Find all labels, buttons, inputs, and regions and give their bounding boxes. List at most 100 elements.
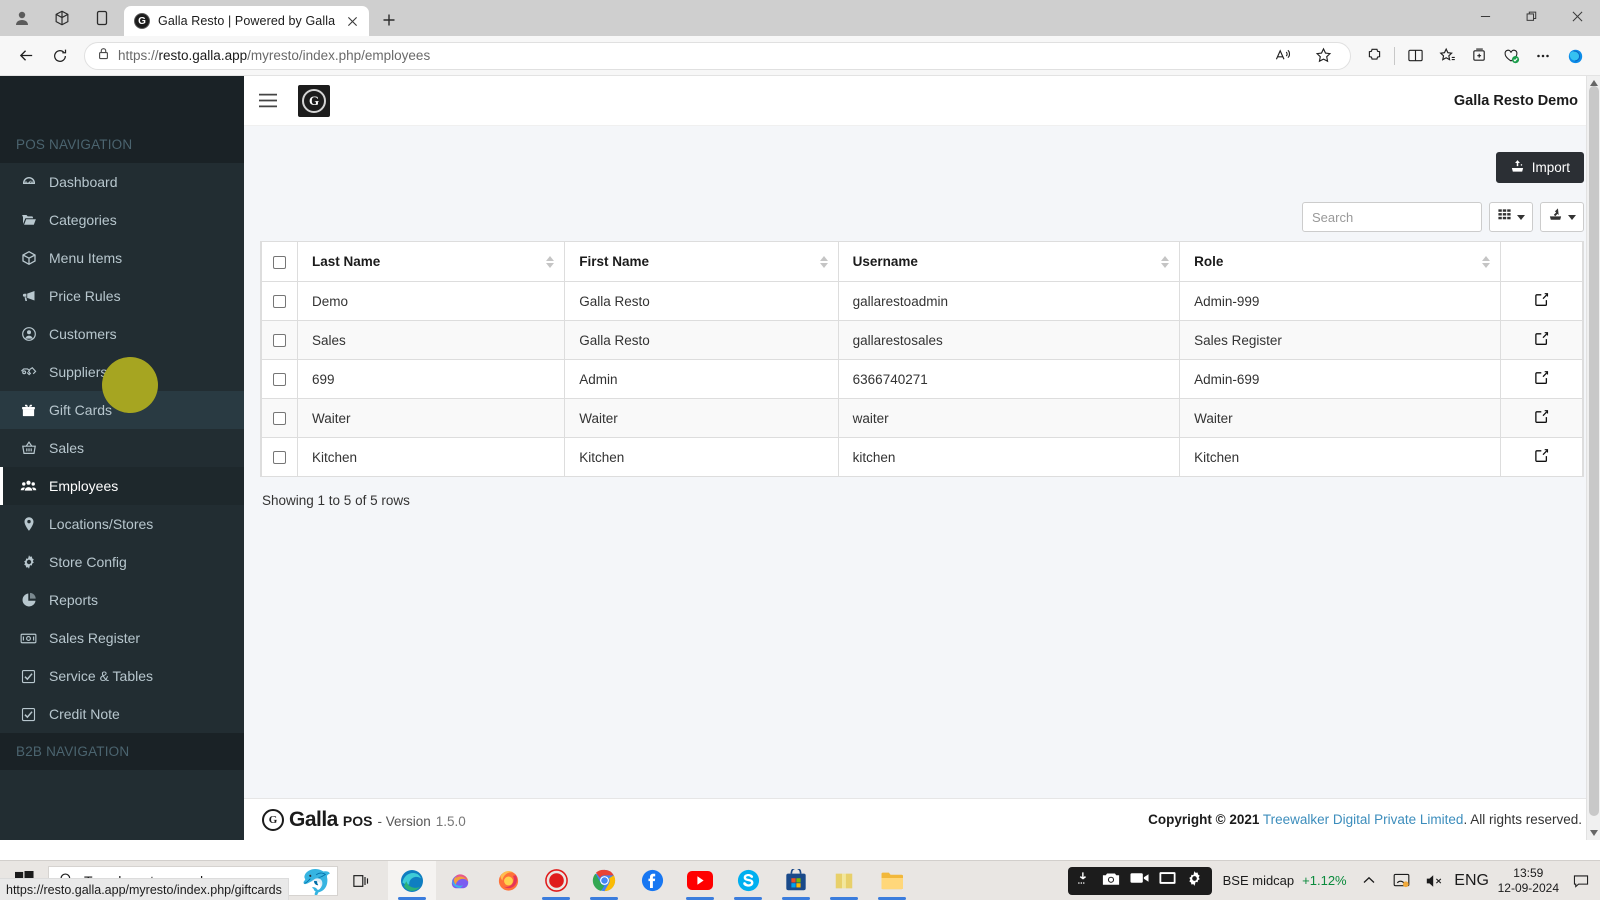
scrollbar-thumb[interactable]	[1589, 86, 1599, 816]
sidebar-item-label: Store Config	[49, 554, 127, 570]
table-row[interactable]: 699 Admin 6366740271 Admin-699	[261, 359, 1583, 399]
address-bar[interactable]: https://resto.galla.app/myresto/index.ph…	[84, 41, 1351, 71]
screen-recorder-toolbar[interactable]	[1067, 866, 1212, 895]
search-input[interactable]	[1302, 202, 1482, 232]
language-indicator[interactable]: ENG	[1454, 872, 1489, 890]
cell-username: gallarestoadmin	[837, 281, 1181, 321]
sidebar-item-customers[interactable]: Customers	[0, 315, 244, 353]
taskbar-app-youtube[interactable]	[676, 861, 724, 900]
show-hidden-icons-chevron[interactable]	[1358, 876, 1380, 885]
footer-copyright-link[interactable]: Treewalker Digital Private Limited	[1263, 812, 1464, 827]
row-checkbox[interactable]	[273, 373, 286, 387]
edit-icon[interactable]	[1534, 448, 1549, 463]
volume-muted-icon[interactable]	[1424, 874, 1446, 888]
column-header-first-name[interactable]: First Name	[564, 242, 839, 282]
tab-actions-icon[interactable]	[84, 3, 120, 33]
columns-dropdown-button[interactable]	[1489, 202, 1533, 232]
sidebar-item-reports[interactable]: Reports	[0, 581, 244, 619]
edit-icon[interactable]	[1534, 292, 1549, 307]
sidebar-item-dashboard[interactable]: Dashboard	[0, 163, 244, 201]
cell-last-name: 699	[296, 359, 566, 399]
export-dropdown-button[interactable]	[1540, 202, 1584, 232]
new-tab-button[interactable]	[375, 6, 403, 34]
import-button[interactable]: Import	[1495, 152, 1584, 183]
copilot-icon[interactable]	[1560, 41, 1590, 71]
sidebar-item-suppliers[interactable]: Suppliers	[0, 353, 244, 391]
sidebar-item-categories[interactable]: Categories	[0, 201, 244, 239]
sidebar-item-store-config[interactable]: Store Config	[0, 543, 244, 581]
settings-more-icon[interactable]	[1528, 41, 1558, 71]
sidebar-item-price-rules[interactable]: Price Rules	[0, 277, 244, 315]
edit-icon[interactable]	[1534, 331, 1549, 346]
sidebar-item-sales[interactable]: Sales	[0, 429, 244, 467]
column-header-role[interactable]: Role	[1179, 242, 1501, 282]
folder-open-icon	[19, 212, 38, 228]
table-row[interactable]: Sales Galla Resto gallarestosales Sales …	[261, 320, 1583, 360]
window-minimize-button[interactable]	[1462, 0, 1508, 32]
footer-brand: G Galla POS - Version 1.5.0	[262, 808, 466, 832]
tab-close-icon[interactable]	[343, 12, 361, 30]
reload-button[interactable]	[44, 40, 76, 72]
notification-center-icon[interactable]	[1570, 874, 1592, 888]
favorites-list-icon[interactable]	[1432, 41, 1462, 71]
row-checkbox[interactable]	[273, 334, 286, 348]
select-all-checkbox[interactable]	[273, 255, 286, 269]
task-view-button[interactable]	[338, 861, 384, 900]
taskbar-app-edge[interactable]	[388, 860, 436, 900]
extensions-icon[interactable]	[1359, 41, 1389, 71]
stock-widget[interactable]: BSE midcap +1.12%	[1223, 873, 1347, 888]
taskbar-clock[interactable]: 13:59 12-09-2024	[1498, 866, 1559, 896]
taskbar-app-chrome[interactable]	[580, 861, 628, 900]
table-row[interactable]: Demo Galla Resto gallarestoadmin Admin-9…	[261, 281, 1583, 321]
scroll-down-arrow-icon[interactable]	[1587, 826, 1600, 840]
sidebar-item-credit-note[interactable]: Credit Note	[0, 695, 244, 733]
sidebar-item-service-tables[interactable]: Service & Tables	[0, 657, 244, 695]
split-screen-icon[interactable]	[1400, 41, 1430, 71]
edit-icon[interactable]	[1534, 370, 1549, 385]
camera-icon[interactable]	[1102, 871, 1120, 891]
taskbar-app-file-explorer[interactable]	[868, 861, 916, 900]
read-aloud-icon[interactable]	[1268, 41, 1298, 71]
row-checkbox[interactable]	[273, 295, 286, 309]
taskbar-app-skype[interactable]	[724, 861, 772, 900]
favorite-star-icon[interactable]	[1308, 41, 1338, 71]
sidebar-item-locations-stores[interactable]: Locations/Stores	[0, 505, 244, 543]
edit-icon[interactable]	[1534, 409, 1549, 424]
row-checkbox[interactable]	[273, 451, 286, 465]
window-restore-button[interactable]	[1508, 0, 1554, 32]
sidebar-item-employees[interactable]: Employees	[0, 467, 244, 505]
video-icon[interactable]	[1130, 871, 1149, 890]
profile-icon[interactable]	[4, 3, 40, 33]
back-button[interactable]	[10, 40, 42, 72]
taskbar-app-microsoft-store[interactable]	[772, 861, 820, 900]
taskbar-app-firefox[interactable]	[484, 861, 532, 900]
taskbar-app-copilot[interactable]	[436, 861, 484, 900]
collections-icon[interactable]	[1464, 41, 1494, 71]
window-capture-icon[interactable]	[1159, 871, 1176, 890]
screenshot-region-icon[interactable]	[1077, 871, 1092, 891]
network-icon[interactable]	[1391, 873, 1413, 888]
header-user-label[interactable]: Galla Resto Demo	[1454, 93, 1584, 109]
browser-essentials-icon[interactable]	[1496, 41, 1526, 71]
workspaces-icon[interactable]	[44, 3, 80, 33]
browser-tab[interactable]: G Galla Resto | Powered by Galla	[124, 6, 370, 36]
window-close-button[interactable]	[1554, 0, 1600, 32]
taskbar-app-recorder[interactable]	[532, 861, 580, 900]
taskbar-app-facebook[interactable]	[628, 861, 676, 900]
sidebar-item-label: Gift Cards	[49, 402, 113, 418]
hamburger-icon[interactable]	[244, 76, 292, 126]
app-logo[interactable]: G	[298, 84, 330, 117]
column-header-last-name[interactable]: Last Name	[296, 242, 566, 282]
page-scrollbar[interactable]	[1586, 76, 1600, 840]
table-row[interactable]: Kitchen Kitchen kitchen Kitchen	[261, 437, 1583, 477]
table-row[interactable]: Waiter Waiter waiter Waiter	[261, 398, 1583, 438]
settings-gear-icon[interactable]	[1186, 870, 1203, 892]
footer-brand-name: Galla	[289, 807, 338, 831]
taskbar-app-generic[interactable]	[820, 861, 868, 900]
sidebar-item-sales-register[interactable]: Sales Register	[0, 619, 244, 657]
column-header-username[interactable]: Username	[837, 242, 1181, 282]
sidebar-item-menu-items[interactable]: Menu Items	[0, 239, 244, 277]
sidebar-item-gift-cards[interactable]: Gift Cards	[0, 391, 244, 429]
page-footer: G Galla POS - Version 1.5.0 Copyright © …	[244, 798, 1600, 840]
row-checkbox[interactable]	[273, 412, 286, 426]
